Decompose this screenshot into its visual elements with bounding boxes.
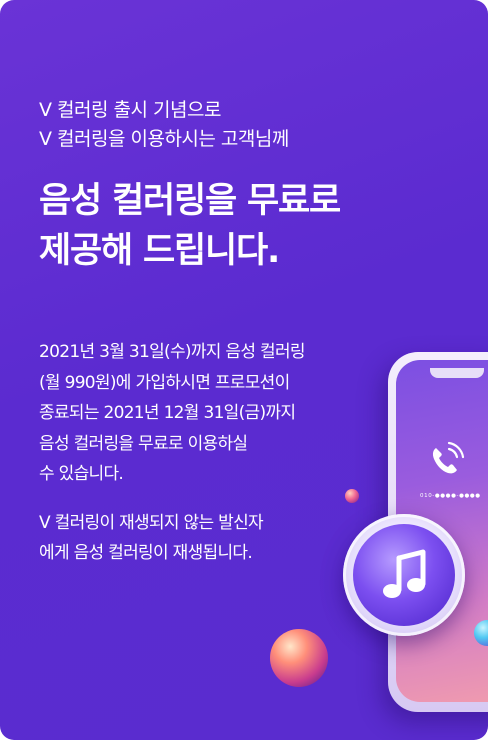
music-disc-face	[353, 524, 455, 626]
description-line: 수 있습니다.	[39, 464, 124, 484]
promo-card: V 컬러링 출시 기념으로 V 컬러링을 이용하시는 고객님께 음성 컬러링을 …	[0, 0, 488, 740]
decorative-sphere-small	[345, 489, 359, 503]
description-line: (월 990원)에 가입하시면 프로모션이	[39, 372, 290, 393]
headline-line-1: 음성 컬러링을 무료로	[39, 181, 341, 221]
phone-call-icon	[432, 441, 465, 474]
description-line: 음성 컬러링을 무료로 이용하실	[39, 433, 248, 454]
promotion-description: 2021년 3월 31일(수)까지 음성 컬러링 (월 990원)에 가입하시면…	[39, 337, 306, 490]
description-line: V 컬러링이 재생되지 않는 발신자	[39, 513, 264, 533]
description-line: 에게 음성 컬러링이 재생됩니다.	[39, 543, 253, 563]
headline: 음성 컬러링을 무료로 제공해 드립니다.	[39, 176, 341, 276]
playback-description: V 컬러링이 재생되지 않는 발신자 에게 음성 컬러링이 재생됩니다.	[39, 508, 264, 568]
intro-text: V 컬러링 출시 기념으로 V 컬러링을 이용하시는 고객님께	[39, 96, 289, 154]
intro-line-1: V 컬러링 출시 기념으로	[39, 99, 221, 121]
description-line: 2021년 3월 31일(수)까지 음성 컬러링	[39, 342, 306, 362]
decorative-sphere-large	[270, 629, 328, 687]
intro-line-2: V 컬러링을 이용하시는 고객님께	[39, 128, 289, 150]
phone-notch	[430, 368, 484, 378]
description-line: 종료되는 2021년 12월 31일(금)까지	[39, 403, 296, 423]
phone-number: 010-●●●●-●●●●	[420, 493, 481, 499]
music-note-icon	[383, 549, 426, 598]
music-disc	[343, 514, 465, 636]
headline-line-2: 제공해 드립니다.	[39, 231, 280, 271]
